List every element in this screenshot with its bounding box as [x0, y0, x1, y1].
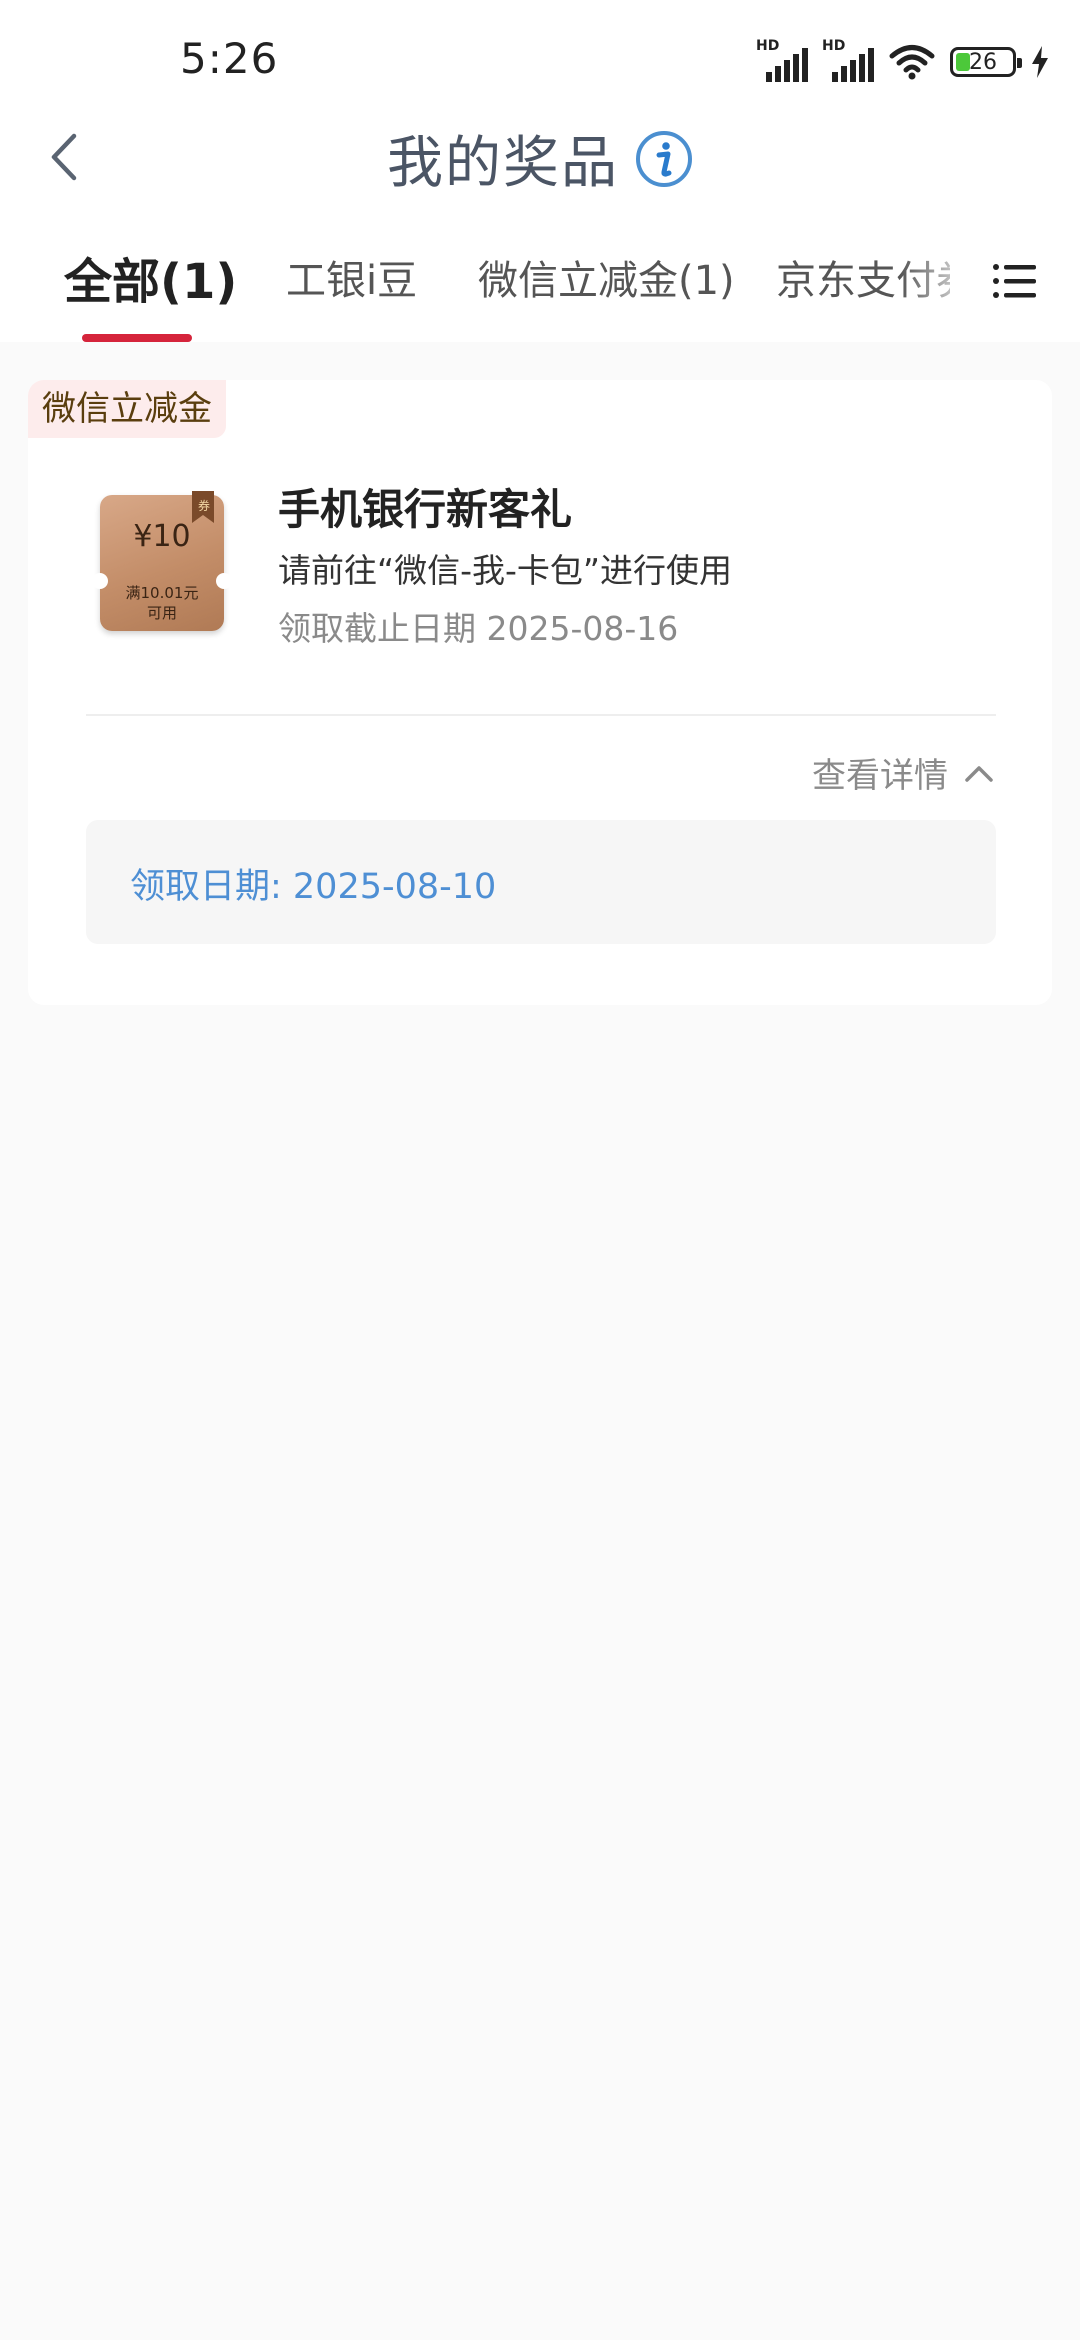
battery-icon: 26: [950, 47, 1022, 77]
coupon-condition-line2: 可用: [146, 604, 177, 622]
chevron-up-icon: [965, 765, 993, 782]
page: 5:26 HD HD 26 我的奖品 全部(1) 工银i豆 微信立减金(1) 京…: [0, 0, 1080, 2340]
status-time: 5:26: [180, 34, 279, 83]
divider: [86, 714, 996, 716]
title-wrap: 我的奖品: [0, 118, 1080, 199]
coupon-ribbon-label: 券: [197, 499, 210, 513]
view-details-label: 查看详情: [812, 756, 948, 796]
list-icon[interactable]: [990, 256, 1040, 306]
signal-icon: HD: [822, 38, 874, 82]
received-date: 领取日期: 2025-08-10: [130, 867, 497, 907]
coupon-image: 券 ¥10 满10.01元 可用: [92, 491, 232, 631]
charging-icon: [1032, 46, 1048, 78]
tab-active-indicator: [82, 334, 192, 342]
status-icons: HD HD 26: [756, 38, 1050, 84]
category-tag: 微信立减金: [28, 380, 226, 438]
tab-bar: 全部(1) 工银i豆 微信立减金(1) 京东支付券: [0, 210, 1080, 342]
tab-all[interactable]: 全部(1): [64, 242, 237, 312]
info-icon[interactable]: [635, 130, 693, 188]
wifi-icon: [889, 45, 935, 80]
prize-name: 手机银行新客礼: [278, 485, 573, 534]
tab-icbc-beans[interactable]: 工银i豆: [286, 248, 417, 306]
coupon-condition-line1: 满10.01元: [125, 584, 199, 602]
prize-description: 请前往“微信-我-卡包”进行使用: [278, 551, 733, 590]
coupon-value: ¥10: [133, 519, 191, 554]
header: 我的奖品: [0, 100, 1080, 210]
signal-icon: HD: [756, 38, 808, 82]
prize-deadline: 领取截止日期 2025-08-16: [278, 609, 679, 648]
tab-fade: [900, 230, 980, 320]
tab-wechat-discount[interactable]: 微信立减金(1): [478, 248, 735, 306]
view-details-button[interactable]: 查看详情: [812, 748, 994, 797]
page-title: 我的奖品: [387, 131, 619, 196]
coupon-condition: 满10.01元 可用: [100, 583, 224, 623]
details-panel: 领取日期: 2025-08-10: [86, 820, 996, 944]
prize-card[interactable]: 微信立减金 券 ¥10 满10.01元 可用 手机银行新客礼 请前往“微信-我-…: [28, 380, 1052, 1005]
battery-level: 26: [969, 49, 997, 75]
